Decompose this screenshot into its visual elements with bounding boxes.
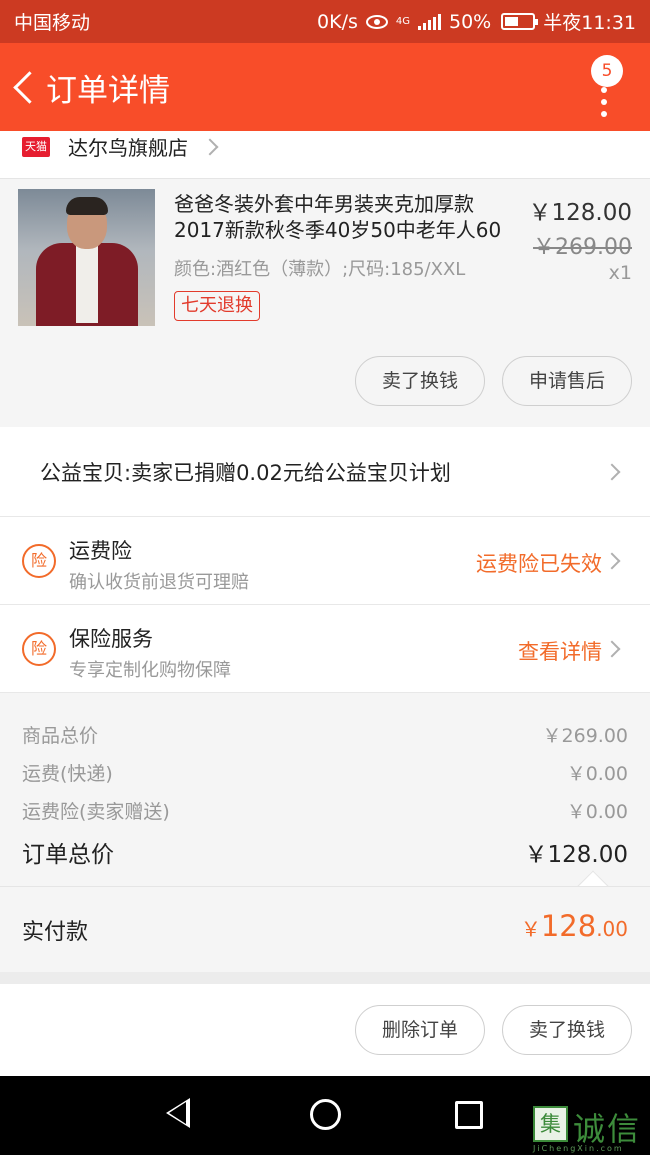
bottom-action-bar: 删除订单 卖了换钱 [0,984,650,1076]
goods-total-label: 商品总价 [22,725,99,747]
goods-total-value: ￥269.00 [542,725,628,747]
section-divider [0,972,650,984]
shipping-insurance-line: 运费险(卖家赠送) ￥0.00 [22,797,628,824]
insurance-status: 查看详情 [518,640,602,664]
more-dots-icon [601,87,607,123]
after-sale-button[interactable]: 申请售后 [502,356,632,406]
charity-text: 公益宝贝:卖家已捐赠0.02元给公益宝贝计划 [40,460,451,485]
title-bar: 订单详情 5 [0,43,650,131]
insurance-status: 运费险已失效 [476,552,602,576]
chevron-right-icon [603,463,621,480]
chevron-right-icon [201,138,219,155]
page-title: 订单详情 [46,72,170,109]
insurance-icon: 险 [22,632,56,666]
shipping-line: 运费(快递) ￥0.00 [22,759,628,786]
product-title[interactable]: 爸爸冬装外套中年男装夹克加厚款2017新款秋冬季40岁50中老年人60 [174,191,519,243]
shipping-insurance-label: 运费险(卖家赠送) [22,801,170,823]
insurance-subtitle: 专享定制化购物保障 [69,660,231,681]
shop-row[interactable]: 天猫 达尔鸟旗舰店 [0,131,650,179]
network-type: 4G [395,15,410,27]
insurance-title: 运费险 [69,539,132,563]
delete-order-button[interactable]: 删除订单 [355,1005,485,1055]
order-total-line: 订单总价 ￥128.00 [22,835,628,869]
sell-item-button[interactable]: 卖了换钱 [355,356,485,406]
order-total-value: ￥128.00 [524,842,628,868]
signal-icon [418,13,441,30]
currency-symbol: ￥ [520,917,541,941]
product-image[interactable] [18,189,155,326]
eye-icon [365,14,388,29]
shipping-insurance-value: ￥0.00 [566,801,628,823]
charity-row[interactable]: 公益宝贝:卖家已捐赠0.02元给公益宝贝计划 [0,427,650,517]
carrier-name: 中国移动 [14,12,91,34]
return-policy-badge: 七天退换 [174,291,260,321]
product-quantity: x1 [608,262,632,284]
clock: 半夜11:31 [543,12,636,34]
status-right: 0K/s 4G 50% 半夜11:31 [317,8,636,35]
chevron-right-icon [603,640,621,658]
watermark: 集 诚信 JiChengXin.com [533,1104,648,1154]
shipping-label: 运费(快递) [22,763,113,785]
message-count-badge: 5 [591,55,623,87]
insurance-icon: 险 [22,544,56,578]
paid-amount: ￥128.00 [521,909,628,943]
insurance-title: 保险服务 [69,627,153,651]
insurance-service-row[interactable]: 险 保险服务 专享定制化购物保障 查看详情 [0,605,650,693]
price-summary: 商品总价 ￥269.00 运费(快递) ￥0.00 运费险(卖家赠送) ￥0.0… [0,693,650,902]
tmall-icon: 天猫 [22,136,50,157]
chevron-right-icon [603,552,621,570]
insurance-subtitle: 确认收货前退货可理赔 [69,572,249,593]
paid-label: 实付款 [22,920,89,945]
paid-row: 实付款 ￥128.00 [0,886,650,972]
shipping-value: ￥0.00 [566,763,628,785]
paid-integer: 128 [540,909,597,943]
nav-recents-icon[interactable] [455,1101,483,1129]
order-item-card[interactable]: 爸爸冬装外套中年男装夹克加厚款2017新款秋冬季40岁50中老年人60 颜色:酒… [0,179,650,427]
goods-total-line: 商品总价 ￥269.00 [22,721,628,748]
watermark-url: JiChengXin.com [533,1144,624,1153]
network-speed: 0K/s [317,10,358,33]
watermark-logo-icon: 集 [533,1106,568,1142]
shop-name: 达尔鸟旗舰店 [68,136,188,160]
back-arrow-icon[interactable] [0,43,44,131]
shipping-insurance-row[interactable]: 险 运费险 确认收货前退货可理赔 运费险已失效 [0,517,650,605]
product-price: ￥128.00 [528,200,632,226]
sell-order-button[interactable]: 卖了换钱 [502,1005,632,1055]
battery-icon [501,13,539,30]
nav-back-icon[interactable] [166,1098,190,1128]
status-bar: 中国移动 0K/s 4G 50% 半夜11:31 [0,0,650,43]
product-original-price: ￥269.00 [533,235,632,260]
battery-percent: 50% [449,10,492,33]
order-total-label: 订单总价 [22,842,114,868]
nav-home-icon[interactable] [310,1099,341,1130]
product-sku: 颜色:酒红色（薄款）;尺码:185/XXL [174,259,466,280]
paid-decimal: .00 [596,917,628,941]
more-menu-button[interactable]: 5 [591,55,623,125]
